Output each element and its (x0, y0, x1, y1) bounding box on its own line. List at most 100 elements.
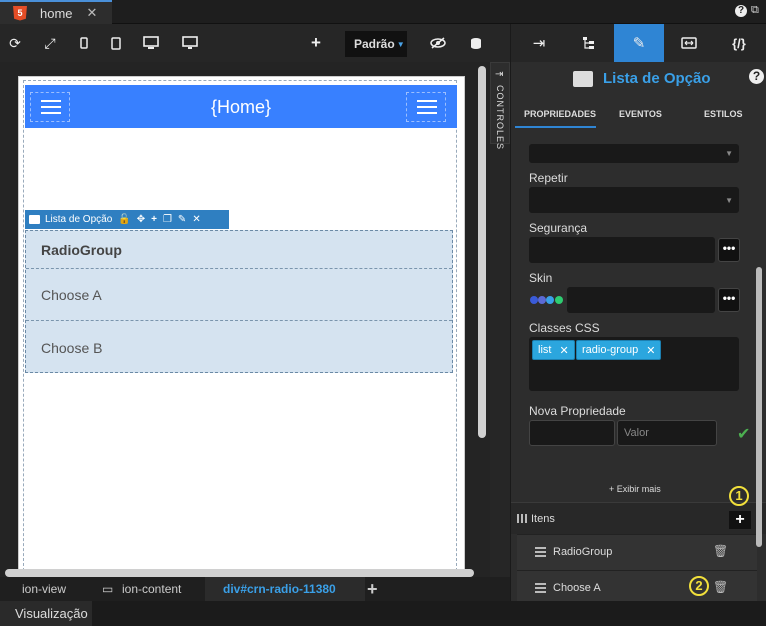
annotation-badge: 1 (729, 486, 749, 506)
annotation-badge: 2 (689, 576, 709, 596)
drag-handle-icon[interactable] (535, 547, 546, 557)
move-icon[interactable]: ✥ (137, 214, 145, 225)
chevron-down-icon: ▼ (725, 196, 733, 205)
tab-home[interactable]: 5 home ✕ (0, 0, 112, 24)
chip-label: radio-group (582, 344, 639, 356)
breadcrumb: ion-view ▭ ion-content div#crn-radio-113… (0, 577, 510, 601)
css-class-chip[interactable]: list ✕ (532, 340, 575, 360)
monitor-icon[interactable] (180, 33, 200, 53)
tab-estilos[interactable]: ESTILOS (704, 109, 743, 119)
side-tab-label: CONTROLES (495, 85, 505, 151)
list-item[interactable]: Choose A 🗑 (517, 570, 757, 601)
help-icon[interactable]: ? (735, 5, 747, 17)
add-icon[interactable]: + (367, 579, 378, 600)
trash-icon[interactable]: 🗑 (713, 580, 728, 594)
bottom-bar: Visualização (0, 601, 766, 626)
canvas-toolbar: ⟳ ⤢ + (0, 24, 510, 62)
top-bar: 5 home ✕ ? ⧉ (0, 0, 766, 24)
active-tab-indicator (515, 126, 596, 128)
css-class-chip[interactable]: radio-group ✕ (576, 340, 662, 360)
close-icon[interactable]: ✕ (87, 5, 98, 21)
breadcrumb-active[interactable]: div#crn-radio-11380 (205, 577, 365, 601)
repetir-label: Repetir (529, 171, 568, 185)
help-icon[interactable]: ? (749, 69, 764, 84)
tab-eventos[interactable]: EVENTOS (619, 109, 662, 119)
divider (26, 320, 452, 321)
component-label: Lista de Opção (45, 214, 113, 225)
panel-title: Lista de Opção (573, 70, 711, 87)
device-select-label: Padrão (354, 37, 395, 51)
code-icon[interactable]: {/} (714, 24, 764, 62)
list-item[interactable]: RadioGroup 🗑 (517, 534, 757, 570)
refresh-icon[interactable]: ⟳ (5, 33, 25, 53)
panel-scrollbar[interactable] (756, 267, 762, 547)
chevron-down-icon: ▼ (725, 149, 733, 158)
grid-icon (517, 514, 527, 523)
database-icon[interactable] (466, 33, 486, 53)
horizontal-scrollbar[interactable] (5, 569, 474, 577)
chevron-down-icon: ▼ (396, 39, 405, 49)
chip-label: list (538, 344, 552, 356)
radio-option[interactable]: Choose B (41, 340, 102, 356)
repetir-select[interactable]: ▼ (529, 187, 739, 213)
login-icon: ⇥ (495, 69, 504, 80)
controls-side-tab[interactable]: ⇥ CONTROLES (490, 62, 510, 150)
properties-panel: ⇥ ✎ {/} Lista de Opção ? PROPRIEDADES EV… (510, 24, 766, 601)
seguranca-input[interactable] (529, 237, 715, 263)
close-icon[interactable]: ✕ (646, 344, 655, 357)
desktop-icon[interactable] (141, 33, 161, 53)
skin-color-dot (555, 296, 563, 304)
login-icon[interactable]: ⇥ (514, 24, 564, 62)
trash-icon[interactable]: 🗑 (713, 544, 728, 558)
nova-propriedade-label: Nova Propriedade (529, 404, 626, 418)
select-field[interactable]: ▼ (529, 144, 739, 163)
copy-icon[interactable]: ❐ (163, 214, 172, 225)
skin-more-button[interactable]: ••• (718, 288, 740, 312)
phone-icon[interactable] (74, 33, 94, 53)
resize-icon[interactable] (664, 24, 714, 62)
close-icon[interactable]: ✕ (559, 344, 568, 357)
check-icon[interactable]: ✔ (737, 424, 750, 444)
breadcrumb-item[interactable]: ion-content (122, 582, 181, 596)
expand-icon[interactable]: ⤢ (40, 33, 60, 53)
tablet-icon[interactable] (106, 33, 126, 53)
popout-icon[interactable]: ⧉ (751, 4, 759, 17)
radio-group-title: RadioGroup (41, 242, 122, 258)
add-icon[interactable]: + (306, 33, 326, 53)
pencil-icon[interactable]: ✎ (614, 24, 664, 62)
seguranca-label: Segurança (529, 221, 588, 235)
property-value-input[interactable]: Valor (617, 420, 717, 446)
item-label: Choose A (553, 582, 601, 594)
vertical-scrollbar[interactable] (478, 66, 486, 438)
unlock-icon[interactable]: 🔓 (118, 214, 130, 225)
tab-propriedades[interactable]: PROPRIEDADES (524, 109, 596, 119)
component-toolbar: Lista de Opção 🔓 ✥ + ❐ ✎ ✕ (25, 210, 229, 229)
close-icon[interactable]: ✕ (192, 214, 200, 225)
seguranca-more-button[interactable]: ••• (718, 238, 740, 262)
panel-title-text: Lista de Opção (603, 70, 711, 87)
breadcrumb-item[interactable]: ion-view (22, 582, 66, 596)
skin-color-dot (530, 296, 538, 304)
drag-handle-icon[interactable] (535, 583, 546, 593)
items-header: Itens + (511, 502, 766, 534)
tree-icon[interactable] (564, 24, 614, 62)
wand-icon[interactable]: ✎ (178, 214, 186, 225)
menu-icon-right[interactable] (406, 92, 446, 122)
radio-option[interactable]: Choose A (41, 287, 102, 303)
app-header[interactable]: {Home} (25, 85, 457, 128)
panel-tabs: ⇥ ✎ {/} (511, 24, 766, 62)
skin-label: Skin (529, 271, 553, 285)
device-select[interactable]: Padrão ▼ (345, 31, 407, 57)
add-item-button[interactable]: + (729, 511, 751, 529)
classes-css-label: Classes CSS (529, 321, 600, 335)
tab-label: home (40, 5, 73, 21)
skin-input[interactable] (567, 287, 715, 313)
list-icon (573, 70, 593, 87)
eye-slash-icon[interactable] (428, 33, 448, 53)
property-name-input[interactable] (529, 420, 615, 446)
add-icon[interactable]: + (151, 214, 157, 225)
page-title: {Home} (210, 97, 272, 117)
tab-visualizacao[interactable]: Visualização (0, 601, 92, 626)
radio-group[interactable]: RadioGroup Choose A Choose B (25, 230, 453, 373)
show-more-link[interactable]: + Exibir mais (609, 484, 661, 494)
